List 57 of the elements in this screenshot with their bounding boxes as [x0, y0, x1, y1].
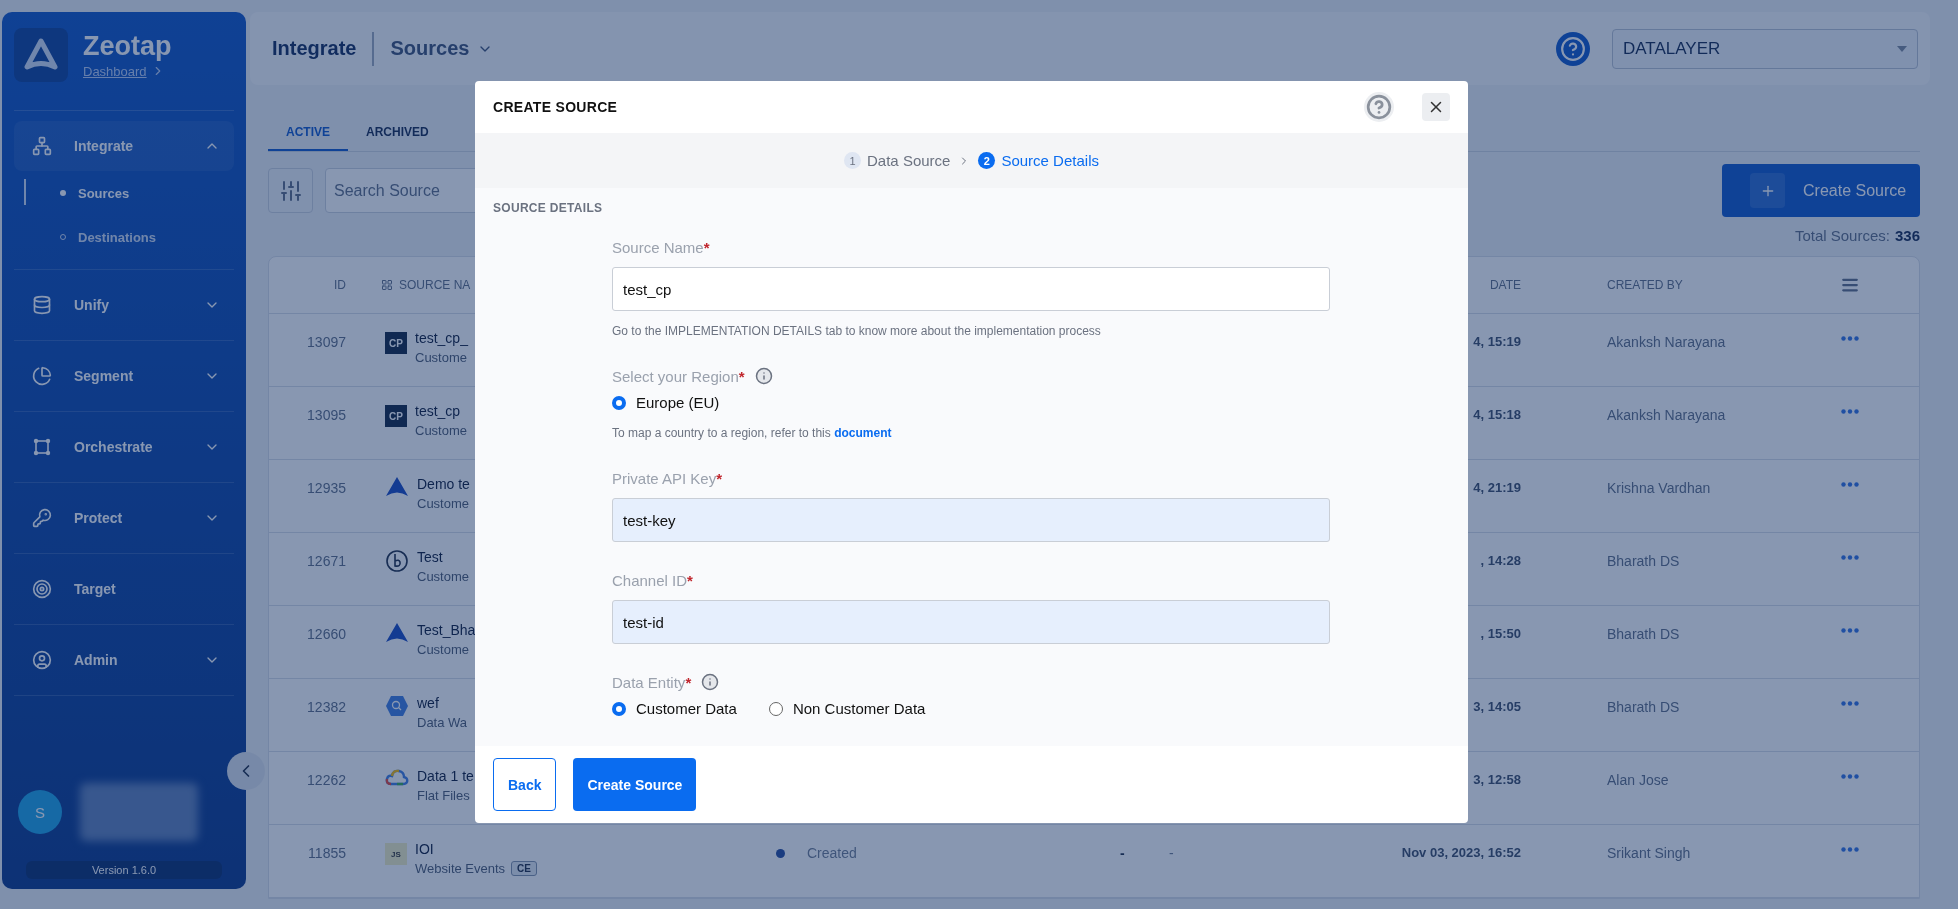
section-title: Integrate	[272, 37, 357, 60]
date-cell-text: 3, 12:58	[1473, 771, 1522, 787]
column-header: SOURCE NA	[399, 278, 471, 292]
section-title: SOURCE DETAILS	[493, 201, 604, 215]
id-cell-text: 12262	[307, 771, 347, 788]
status-text: Created	[807, 845, 857, 861]
field-label: Source Name*	[612, 238, 710, 256]
column-header: ID	[334, 278, 347, 292]
id-cell-text: 12660	[307, 625, 347, 642]
created-by-cell-text: Bharath DS	[1606, 552, 1681, 569]
id-cell-text: 12382	[307, 698, 347, 715]
id-cell-text: 13097	[307, 333, 347, 350]
date-cell-text: Nov 03, 2023, 16:52	[1401, 844, 1522, 860]
source-type: Data Wa	[417, 715, 468, 730]
source-type: Custome	[415, 350, 468, 365]
created-by-cell-text: Akanksh Narayana	[1606, 406, 1727, 423]
table-cell-text: -	[1119, 844, 1126, 861]
brand-name: Zeotap	[83, 30, 172, 62]
date-cell-text: 4, 15:19	[1473, 333, 1522, 349]
version-label: Version 1.6.0	[26, 861, 222, 879]
total-label: Total Sources:	[1794, 227, 1890, 244]
id-cell-text: 12671	[307, 552, 347, 569]
field-label: Data Entity*	[612, 673, 692, 691]
created-by-cell-text: Akanksh Narayana	[1606, 333, 1727, 350]
field-note: To map a country to a region, refer to this document	[612, 426, 893, 440]
field-label: Private API Key*	[612, 469, 723, 487]
logo-tile: CP	[385, 405, 407, 427]
field-hint: Go to the IMPLEMENTATION DETAILS tab to know more about the implementation process	[612, 324, 1102, 338]
logo-tile: JS	[385, 843, 407, 865]
source-type: Custome	[417, 496, 470, 511]
dialog-title: CREATE SOURCE	[493, 99, 619, 115]
source-type: Custome	[417, 642, 470, 657]
id-cell-text: 13095	[307, 406, 347, 423]
date-cell-text: 4, 15:18	[1473, 406, 1522, 422]
created-by-cell-text: Srikant Singh	[1606, 844, 1692, 861]
date-cell-text: 3, 14:05	[1473, 698, 1522, 714]
id-cell-text: 11855	[308, 844, 347, 861]
id-cell-text: 12935	[307, 479, 347, 496]
created-by-cell-text: Alan Jose	[1606, 771, 1670, 788]
date-cell-text: , 14:28	[1480, 552, 1522, 568]
date-cell-text: 4, 21:19	[1473, 479, 1522, 495]
logo-tile: CP	[385, 332, 407, 354]
type-badge: CE	[511, 861, 537, 876]
date-cell-text: , 15:50	[1480, 625, 1522, 641]
source-type: Custome	[415, 423, 468, 438]
source-type: Flat Files	[417, 788, 470, 803]
created-by-cell-text: Bharath DS	[1606, 625, 1681, 642]
column-header: CREATED BY	[1606, 278, 1684, 292]
source-type: Website Events	[415, 861, 506, 876]
field-label: Channel ID*	[612, 571, 693, 589]
source-type: Custome	[417, 569, 470, 584]
column-header: DATE	[1489, 278, 1522, 292]
table-cell-text: -	[1168, 844, 1175, 861]
total-count: 336	[1894, 227, 1920, 244]
created-by-cell-text: Krishna Vardhan	[1606, 479, 1712, 496]
created-by-cell-text: Bharath DS	[1606, 698, 1681, 715]
field-label: Select your Region*	[612, 367, 745, 385]
